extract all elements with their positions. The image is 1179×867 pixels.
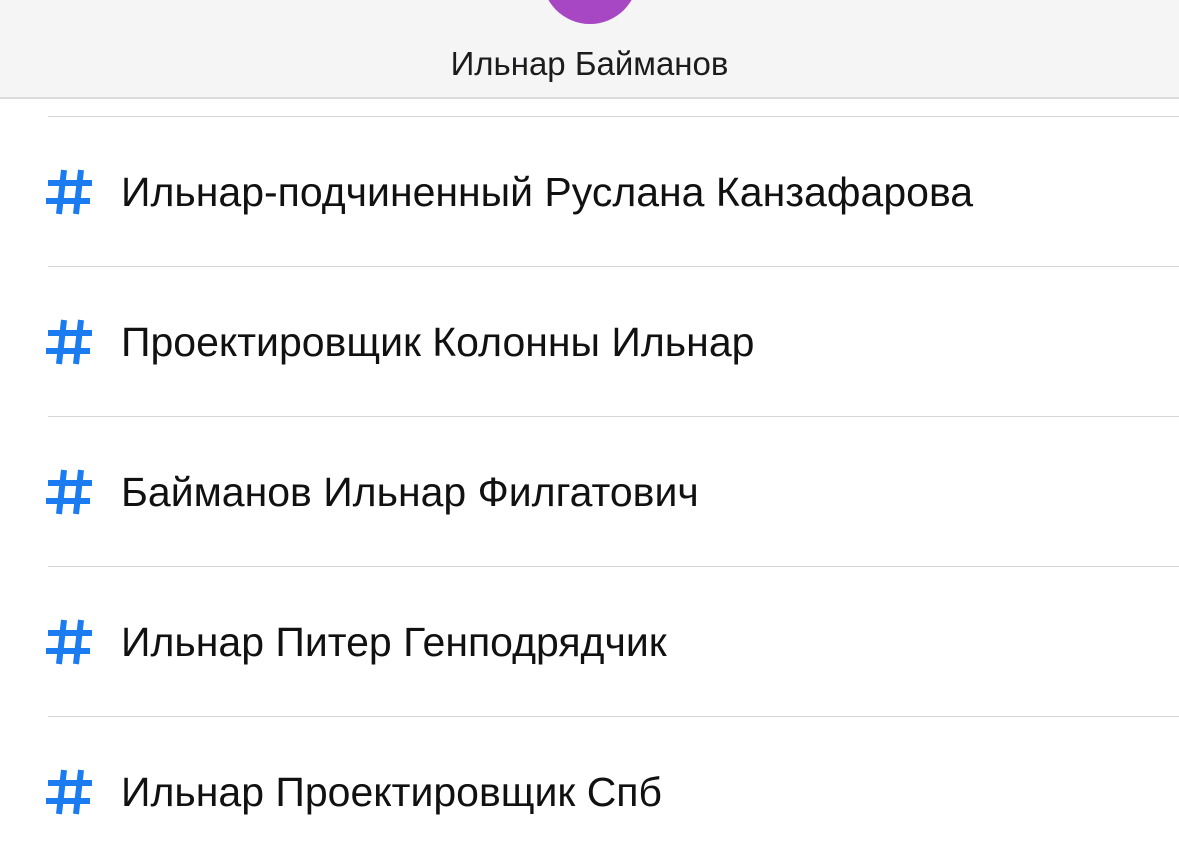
channel-label: Ильнар-подчиненный Руслана Канзафарова xyxy=(121,169,974,215)
channel-item[interactable]: Ильнар-подчиненный Руслана Канзафарова xyxy=(0,117,1179,267)
profile-name: Ильнар Байманов xyxy=(450,45,729,82)
hash-icon xyxy=(46,619,92,665)
channel-label: Байманов Ильнар Филгатович xyxy=(121,469,699,515)
hash-icon xyxy=(46,169,92,215)
channel-item[interactable]: Байманов Ильнар Филгатович xyxy=(0,417,1179,567)
channel-label: Проектировщик Колонны Ильнар xyxy=(121,319,755,365)
profile-header: Ильнар Байманов xyxy=(0,0,1179,99)
channel-item[interactable]: Проектировщик Колонны Ильнар xyxy=(0,267,1179,417)
channel-label: Ильнар Питер Генподрядчик xyxy=(121,619,667,665)
hash-icon xyxy=(46,319,92,365)
hash-icon xyxy=(46,769,92,815)
avatar[interactable] xyxy=(542,0,638,24)
channel-label: Ильнар Проектировщик Спб xyxy=(121,769,662,815)
channel-item[interactable]: Ильнар Проектировщик Спб xyxy=(0,717,1179,867)
channel-item[interactable]: Ильнар Питер Генподрядчик xyxy=(0,567,1179,717)
hash-icon xyxy=(46,469,92,515)
